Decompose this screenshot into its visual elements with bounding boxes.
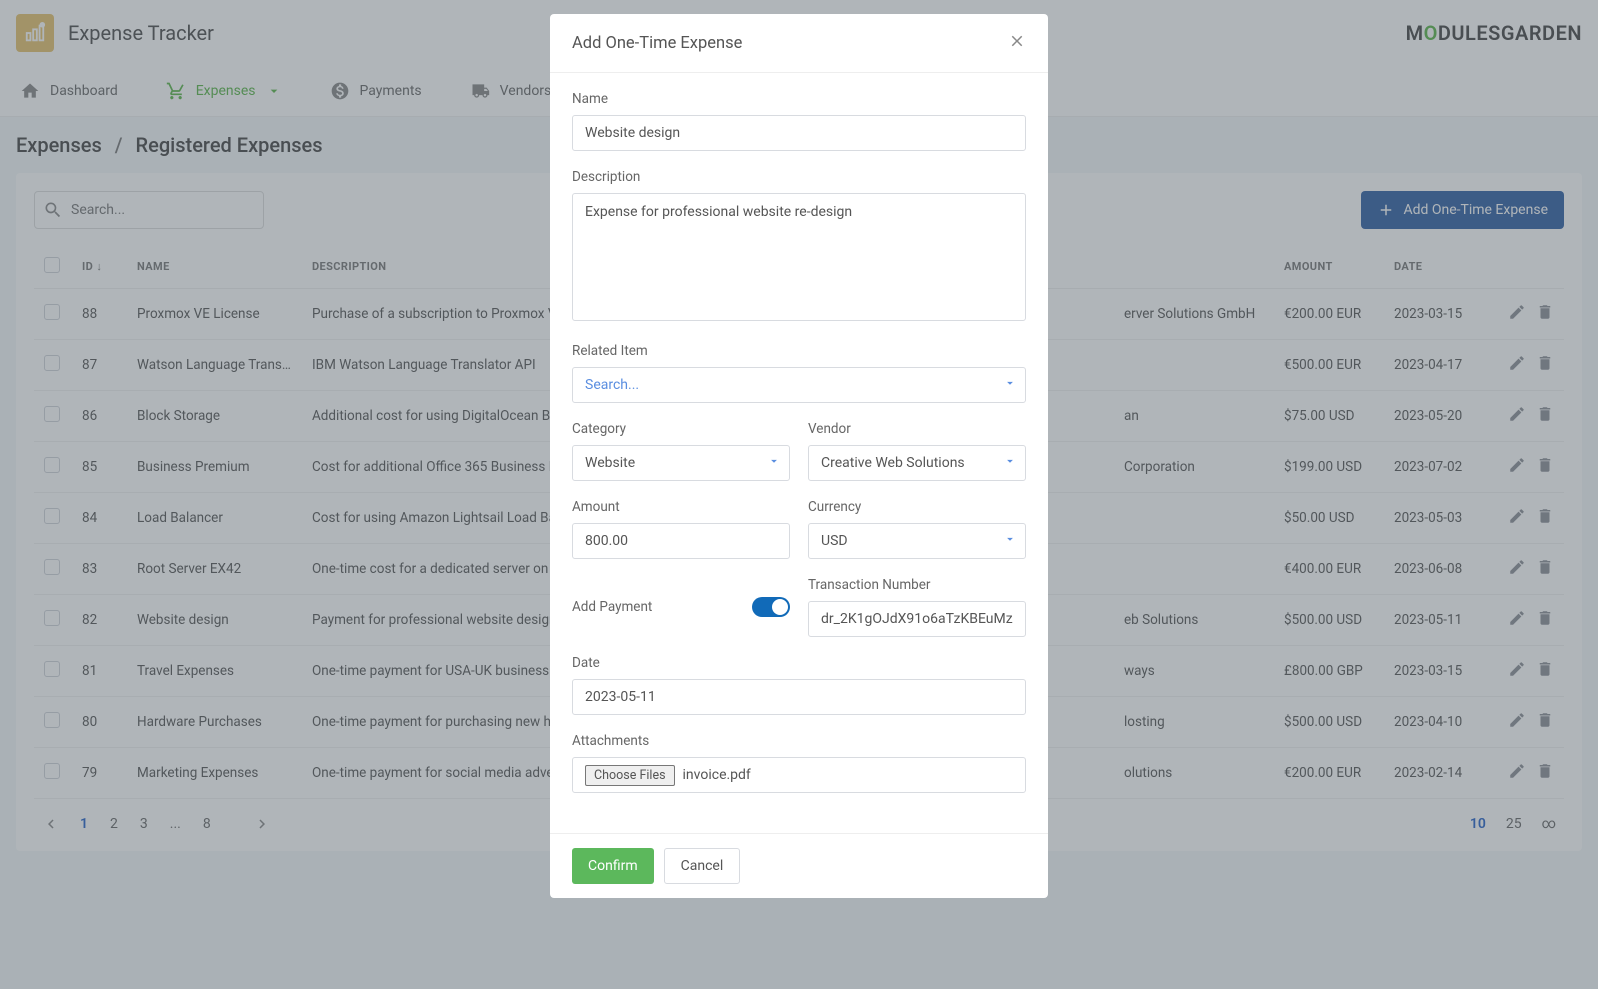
txn-field[interactable] (808, 601, 1026, 637)
chevron-down-icon (1003, 532, 1017, 550)
add-expense-modal: Add One-Time Expense Name Description Ex… (550, 14, 1048, 898)
chevron-down-icon (1003, 376, 1017, 394)
modal-title: Add One-Time Expense (572, 34, 742, 53)
chevron-down-icon (767, 454, 781, 472)
related-item-label: Related Item (572, 343, 1026, 359)
add-payment-label: Add Payment (572, 599, 652, 615)
selected-file-name: invoice.pdf (683, 767, 751, 783)
currency-label: Currency (808, 499, 1026, 515)
amount-field[interactable] (572, 523, 790, 559)
currency-select[interactable]: USD (808, 523, 1026, 559)
confirm-button[interactable]: Confirm (572, 848, 654, 884)
vendor-select[interactable]: Creative Web Solutions (808, 445, 1026, 481)
date-field[interactable] (572, 679, 1026, 715)
amount-label: Amount (572, 499, 790, 515)
chevron-down-icon (1003, 454, 1017, 472)
description-field[interactable]: Expense for professional website re-desi… (572, 193, 1026, 321)
date-label: Date (572, 655, 1026, 671)
category-select[interactable]: Website (572, 445, 790, 481)
txn-label: Transaction Number (808, 577, 1026, 593)
name-field[interactable] (572, 115, 1026, 151)
add-payment-toggle[interactable] (752, 597, 790, 617)
attachments-field[interactable]: Choose Files invoice.pdf (572, 757, 1026, 793)
related-item-select[interactable]: Search... (572, 367, 1026, 403)
choose-files-button[interactable]: Choose Files (585, 765, 675, 786)
name-label: Name (572, 91, 1026, 107)
category-label: Category (572, 421, 790, 437)
modal-overlay[interactable]: Add One-Time Expense Name Description Ex… (0, 0, 1598, 989)
attachments-label: Attachments (572, 733, 1026, 749)
cancel-button[interactable]: Cancel (664, 848, 741, 884)
description-label: Description (572, 169, 1026, 185)
close-icon[interactable] (1008, 32, 1026, 54)
vendor-label: Vendor (808, 421, 1026, 437)
